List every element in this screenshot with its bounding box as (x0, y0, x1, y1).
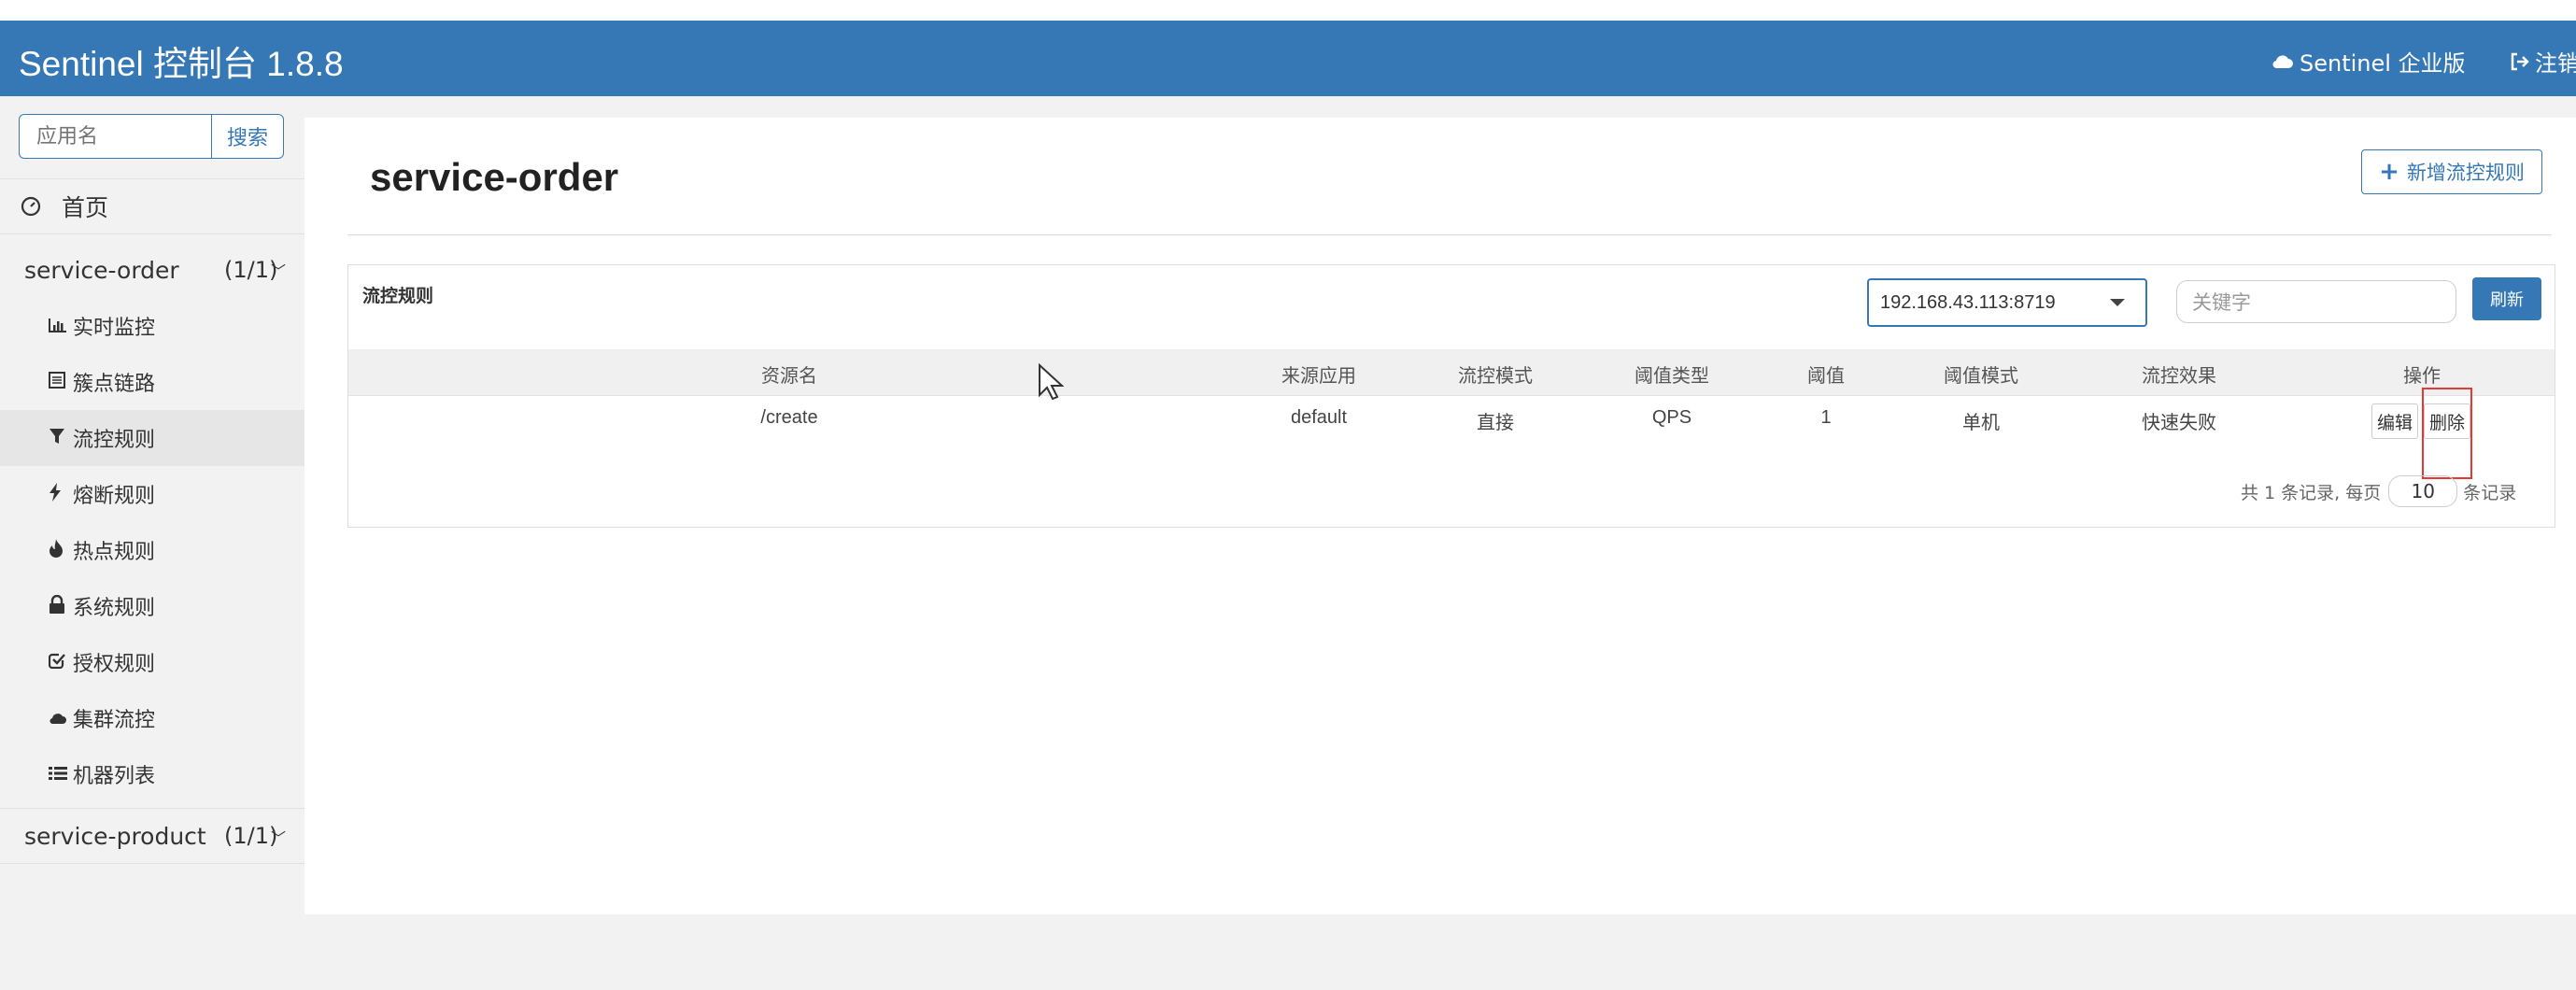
keyword-placeholder: 关键字 (2192, 291, 2251, 314)
sidebar-item-label: 流控规则 (73, 429, 156, 452)
brand-title[interactable]: Sentinel 控制台 1.8.8 (19, 35, 344, 86)
sidebar-item-label: 熔断规则 (73, 485, 156, 508)
cell-mode: 直接 (1477, 413, 1514, 433)
filter-icon (49, 427, 73, 449)
app-service-product[interactable]: service-product (1/1) ﹀ (0, 808, 304, 864)
machine-select-value: 192.168.43.113:8719 (1880, 291, 2056, 313)
mouse-cursor-icon (1039, 363, 1064, 401)
add-flow-rule-button[interactable]: + 新增流控规则 (2361, 149, 2542, 194)
sidebar-item-machine-list[interactable]: 机器列表 (0, 746, 304, 802)
sidebar-item-label: 授权规则 (73, 653, 156, 676)
page-size-input[interactable]: 10 (2388, 475, 2458, 507)
plus-icon: + (2379, 158, 2399, 186)
pager-prefix: 共 1 条记录, 每页 (2241, 482, 2382, 503)
column-header[interactable]: 阈值类型 (1635, 361, 1709, 388)
column-header: 操作 (2403, 364, 2441, 387)
app-search: 搜索 (19, 114, 284, 159)
sidebar-item-system-rules[interactable]: 系统规则 (0, 578, 304, 634)
refresh-button[interactable]: 刷新 (2472, 277, 2541, 320)
add-flow-rule-label: 新增流控规则 (2406, 162, 2525, 184)
sidebar-item-label: 热点规则 (73, 541, 156, 564)
cell-threshold-mode: 单机 (1962, 413, 2000, 433)
cell-threshold-type: QPS (1651, 407, 1692, 428)
sidebar-item-cluster-point[interactable]: 簇点链路 (0, 354, 304, 410)
column-header[interactable]: 来源应用 (1281, 361, 1356, 388)
cell-effect: 快速失败 (2142, 413, 2216, 433)
nav-home-label: 首页 (62, 194, 109, 221)
column-header[interactable]: 阈值 (1807, 361, 1845, 388)
nav-home[interactable]: 首页 (0, 178, 304, 234)
cloud-icon (2272, 54, 2293, 68)
logout-label: 注销 (2535, 50, 2576, 77)
top-band (0, 0, 2576, 21)
keyword-input[interactable]: 关键字 (2176, 280, 2456, 323)
cell-source: default (1290, 407, 1348, 428)
enterprise-link[interactable]: Sentinel 企业版 (2272, 45, 2466, 78)
cloud-icon (49, 707, 73, 729)
check-square-icon (48, 651, 73, 673)
app-count: (1/1) (224, 823, 278, 849)
table-header: 资源名 来源应用 流控模式 阈值类型 阈值 阈值模式 流控效果 操作 (348, 349, 2555, 396)
app-service-order[interactable]: service-order (1/1) ﹀ (0, 242, 304, 298)
list-alt-icon (49, 371, 73, 393)
app-name: service-order (24, 256, 179, 284)
sidebar-item-hot-rules[interactable]: 热点规则 (0, 522, 304, 578)
list-icon (49, 763, 73, 785)
column-header[interactable]: 阈值模式 (1944, 361, 2018, 388)
column-header[interactable]: 流控模式 (1458, 361, 1533, 388)
panel-title: 流控规则 (362, 286, 434, 306)
sidebar-item-degrade-rules[interactable]: 熔断规则 (0, 466, 304, 522)
sidebar-item-label: 簇点链路 (73, 373, 156, 396)
flow-rules-panel: 流控规则 192.168.43.113:8719 关键字 刷新 资源名 来源应用… (347, 264, 2555, 528)
logout-icon (2511, 52, 2529, 70)
cell-resource: /create (760, 407, 818, 428)
table-row: /create default 直接 QPS 1 单机 快速失败 编辑 删除 (348, 396, 2555, 445)
sidebar-item-label: 机器列表 (73, 765, 156, 788)
search-button[interactable]: 搜索 (211, 114, 284, 159)
pagination: 共 1 条记录, 每页 10 条记录 (2241, 475, 2516, 507)
sidebar-item-label: 集群流控 (73, 709, 156, 732)
cell-threshold: 1 (1820, 407, 1832, 428)
sidebar-item-realtime-monitor[interactable]: 实时监控 (0, 298, 304, 354)
sidebar-item-auth-rules[interactable]: 授权规则 (0, 634, 304, 690)
bolt-icon (49, 482, 73, 506)
lock-icon (49, 594, 73, 618)
chevron-down-icon: ﹀ (271, 829, 287, 847)
pager-suffix: 条记录 (2463, 482, 2517, 503)
sidebar-item-label: 系统规则 (73, 597, 156, 620)
dashboard-icon (21, 196, 41, 217)
chevron-down-icon: ﹀ (271, 262, 287, 280)
sidebar-item-flow-rules[interactable]: 流控规则 (0, 410, 304, 466)
navbar: Sentinel 控制台 1.8.8 Sentinel 企业版 注销 (0, 21, 2576, 96)
app-search-input[interactable] (19, 114, 211, 159)
bar-chart-icon (49, 315, 73, 337)
app-count: (1/1) (224, 257, 278, 283)
machine-select[interactable]: 192.168.43.113:8719 (1867, 278, 2147, 327)
sidebar-item-cluster-flow[interactable]: 集群流控 (0, 690, 304, 746)
logout-link[interactable]: 注销 (2509, 45, 2576, 78)
highlight-box (2422, 388, 2472, 479)
caret-down-icon (2110, 299, 2125, 306)
app-name: service-product (24, 822, 206, 850)
divider (347, 234, 2552, 235)
column-header[interactable]: 流控效果 (2142, 361, 2216, 388)
main-content: service-order + 新增流控规则 流控规则 192.168.43.1… (304, 118, 2576, 914)
edit-button[interactable]: 编辑 (2371, 403, 2418, 439)
enterprise-label: Sentinel 企业版 (2300, 50, 2466, 77)
sidebar: 搜索 首页 service-order (1/1) ﹀ 实时监控 簇点链路 流控… (0, 96, 304, 990)
sidebar-item-label: 实时监控 (73, 317, 156, 340)
fire-icon (49, 538, 73, 562)
column-header[interactable]: 资源名 (761, 361, 817, 388)
page-title: service-order (370, 155, 619, 199)
